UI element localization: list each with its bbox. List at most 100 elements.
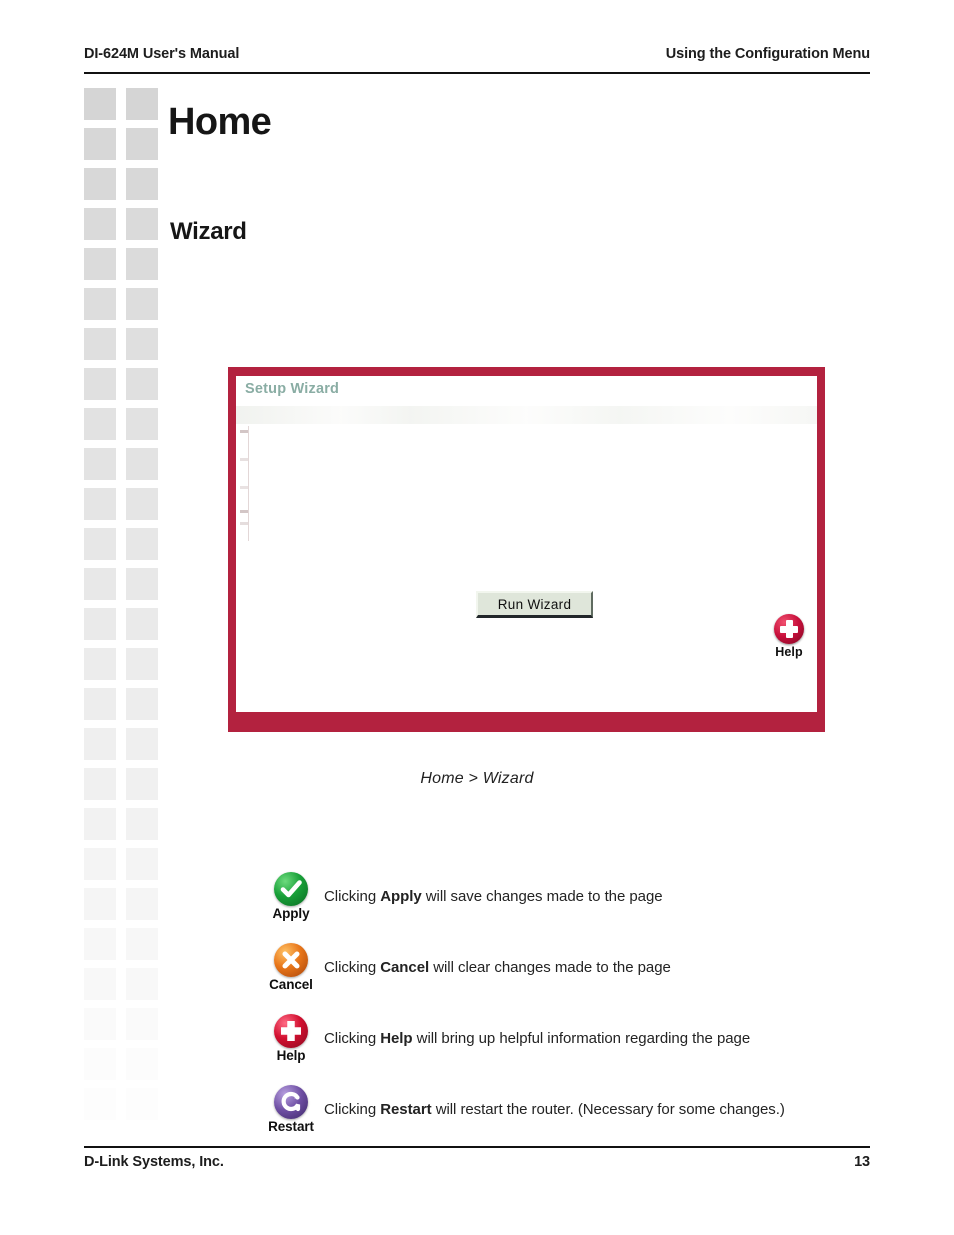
decorative-square bbox=[84, 488, 116, 520]
decorative-square bbox=[84, 1008, 116, 1040]
header-manual-title: DI-624M User's Manual bbox=[84, 46, 240, 62]
legend-text-bold: Apply bbox=[380, 888, 422, 905]
decorative-square bbox=[126, 1088, 158, 1120]
decorative-square bbox=[126, 608, 158, 640]
list-item: Apply Clicking Apply will save changes m… bbox=[262, 872, 882, 943]
decorative-square bbox=[126, 648, 158, 680]
decorative-square bbox=[126, 408, 158, 440]
page-footer: D-Link Systems, Inc. 13 bbox=[84, 1154, 870, 1170]
legend-icon-label: Help bbox=[276, 1048, 306, 1063]
legend-icon-label: Cancel bbox=[269, 977, 313, 992]
legend-text-bold: Cancel bbox=[380, 959, 430, 976]
decorative-square bbox=[84, 1088, 116, 1120]
decorative-square-grid bbox=[84, 88, 158, 1143]
legend-text-before: Clicking bbox=[324, 888, 381, 905]
faded-menu-item bbox=[240, 458, 248, 461]
decorative-square bbox=[126, 808, 158, 840]
decorative-square bbox=[84, 128, 116, 160]
decorative-square bbox=[126, 848, 158, 880]
legend-description: Clicking Restart will restart the router… bbox=[324, 1101, 785, 1118]
plus-circle-icon bbox=[774, 614, 804, 644]
legend-text-after: will bring up helpful information regard… bbox=[412, 1030, 751, 1047]
help-button-label: Help bbox=[775, 645, 803, 659]
faded-nav-band bbox=[236, 406, 817, 424]
decorative-square bbox=[84, 808, 116, 840]
decorative-square bbox=[126, 248, 158, 280]
plus-circle-icon bbox=[274, 1014, 308, 1048]
decorative-square bbox=[126, 528, 158, 560]
decorative-square bbox=[84, 568, 116, 600]
page-number: 13 bbox=[854, 1154, 870, 1170]
decorative-square bbox=[84, 168, 116, 200]
decorative-square bbox=[84, 928, 116, 960]
faded-menu-item bbox=[240, 522, 248, 525]
list-item: Cancel Clicking Cancel will clear change… bbox=[262, 943, 882, 1014]
legend-description: Clicking Help will bring up helpful info… bbox=[324, 1030, 750, 1047]
decorative-square bbox=[126, 568, 158, 600]
decorative-square bbox=[126, 1048, 158, 1080]
setup-wizard-panel-title: Setup Wizard bbox=[245, 381, 340, 397]
legend-text-before: Clicking bbox=[324, 959, 381, 976]
decorative-square bbox=[126, 728, 158, 760]
decorative-square bbox=[126, 88, 158, 120]
list-item: Help Clicking Help will bring up helpful… bbox=[262, 1014, 882, 1085]
decorative-square bbox=[84, 528, 116, 560]
legend-text-bold: Help bbox=[380, 1030, 413, 1047]
decorative-square bbox=[84, 208, 116, 240]
page-header: DI-624M User's Manual Using the Configur… bbox=[84, 46, 870, 62]
decorative-square bbox=[126, 328, 158, 360]
decorative-square bbox=[84, 368, 116, 400]
refresh-circle-icon bbox=[274, 1085, 308, 1119]
decorative-square bbox=[84, 248, 116, 280]
legend-text-after: will restart the router. (Necessary for … bbox=[431, 1101, 785, 1118]
cancel-icon-group: Cancel bbox=[262, 943, 320, 992]
legend-text-before: Clicking bbox=[324, 1030, 381, 1047]
restart-icon-group: Restart bbox=[262, 1085, 320, 1134]
decorative-square bbox=[126, 488, 158, 520]
legend-description: Clicking Apply will save changes made to… bbox=[324, 888, 663, 905]
faded-side-menu bbox=[238, 426, 252, 541]
legend-description: Clicking Cancel will clear changes made … bbox=[324, 959, 671, 976]
button-legend-list: Apply Clicking Apply will save changes m… bbox=[262, 872, 882, 1156]
header-section-title: Using the Configuration Menu bbox=[665, 46, 870, 62]
help-button[interactable]: Help bbox=[767, 614, 811, 659]
faded-menu-item bbox=[240, 486, 248, 489]
decorative-square bbox=[84, 968, 116, 1000]
legend-icon-label: Restart bbox=[268, 1119, 314, 1134]
footer-company: D-Link Systems, Inc. bbox=[84, 1154, 224, 1170]
decorative-square bbox=[84, 888, 116, 920]
decorative-square bbox=[84, 608, 116, 640]
decorative-square bbox=[126, 968, 158, 1000]
faded-menu-rail bbox=[248, 426, 249, 541]
apply-icon-group: Apply bbox=[262, 872, 320, 921]
faded-menu-item bbox=[240, 510, 248, 513]
decorative-square bbox=[126, 168, 158, 200]
check-circle-icon bbox=[274, 872, 308, 906]
help-icon-group: Help bbox=[262, 1014, 320, 1063]
legend-text-bold: Restart bbox=[380, 1101, 432, 1118]
decorative-square bbox=[126, 888, 158, 920]
faded-menu-item bbox=[240, 430, 248, 433]
decorative-square bbox=[126, 1008, 158, 1040]
header-divider bbox=[84, 72, 870, 74]
decorative-square bbox=[84, 328, 116, 360]
decorative-square bbox=[126, 688, 158, 720]
run-wizard-button[interactable]: Run Wizard bbox=[476, 591, 593, 618]
legend-text-after: will save changes made to the page bbox=[421, 888, 663, 905]
legend-text-after: will clear changes made to the page bbox=[429, 959, 671, 976]
decorative-square bbox=[126, 288, 158, 320]
decorative-square bbox=[84, 648, 116, 680]
legend-icon-label: Apply bbox=[272, 906, 310, 921]
figure-caption: Home > Wizard bbox=[420, 770, 534, 787]
page-title: Home bbox=[168, 101, 272, 143]
decorative-square bbox=[126, 368, 158, 400]
section-title: Wizard bbox=[170, 218, 247, 245]
decorative-square bbox=[126, 208, 158, 240]
legend-text-before: Clicking bbox=[324, 1101, 381, 1118]
decorative-square bbox=[84, 688, 116, 720]
decorative-square bbox=[84, 408, 116, 440]
decorative-square bbox=[84, 1048, 116, 1080]
decorative-square bbox=[84, 448, 116, 480]
router-screenshot-content: Setup Wizard Run Wizard Help bbox=[236, 376, 817, 712]
decorative-square bbox=[84, 728, 116, 760]
